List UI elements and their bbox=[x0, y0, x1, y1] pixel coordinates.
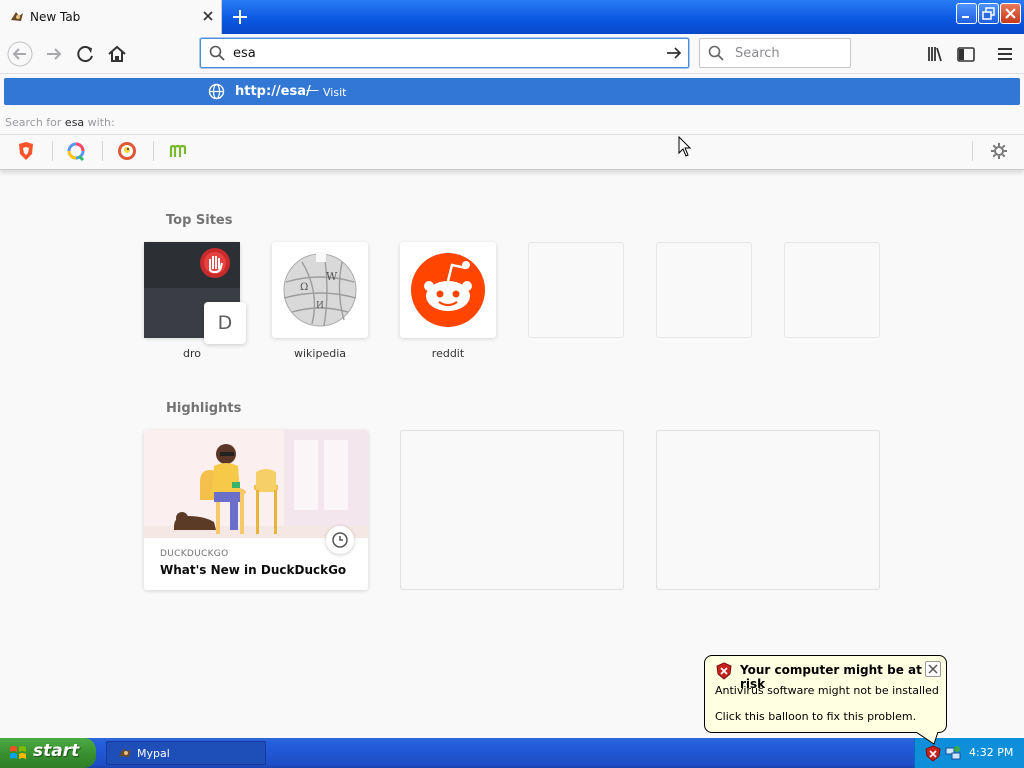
highlights-heading: Highlights bbox=[166, 401, 242, 416]
highlight-card-empty bbox=[656, 430, 880, 590]
taskbar-item-mypal[interactable]: Mypal bbox=[106, 741, 266, 765]
go-arrow-icon[interactable] bbox=[665, 44, 683, 62]
taskbar-item-label: Mypal bbox=[137, 747, 170, 760]
tab-close-icon[interactable] bbox=[199, 7, 217, 25]
top-site-dro[interactable]: D bbox=[144, 242, 246, 344]
balloon-message: Antivirus software might not be installe… bbox=[715, 684, 939, 697]
minimize-button[interactable] bbox=[956, 3, 977, 24]
engine-separator bbox=[102, 141, 103, 161]
highlight-source: DUCKDUCKGO bbox=[160, 549, 229, 559]
restore-icon bbox=[982, 7, 995, 20]
svg-text:И: И bbox=[316, 301, 324, 311]
balloon-close-button[interactable] bbox=[925, 661, 941, 677]
search-icon bbox=[708, 45, 724, 61]
nav-bar: esa Search bbox=[0, 34, 1024, 74]
svg-text:W: W bbox=[326, 270, 338, 283]
top-site-wikipedia[interactable]: Ω W И bbox=[272, 242, 368, 338]
globe-icon bbox=[208, 83, 225, 100]
highlight-card-empty bbox=[400, 430, 624, 590]
back-icon[interactable] bbox=[7, 41, 33, 67]
clock: 4:32 PM bbox=[969, 746, 1014, 759]
gear-icon[interactable] bbox=[989, 141, 1009, 161]
suggestion-url: http://esa/ bbox=[235, 84, 311, 99]
search-engine-bar bbox=[0, 134, 1024, 166]
svg-text:Ω: Ω bbox=[300, 282, 308, 293]
shield-icon bbox=[716, 662, 732, 680]
clock-icon bbox=[332, 532, 348, 548]
top-site-label: reddit bbox=[431, 347, 465, 360]
reload-icon[interactable] bbox=[73, 41, 99, 67]
top-site-empty bbox=[784, 242, 880, 338]
top-site-empty bbox=[528, 242, 624, 338]
search-with-label: Search for esa with: bbox=[5, 116, 115, 129]
minimize-icon bbox=[962, 16, 969, 18]
library-icon[interactable] bbox=[922, 41, 948, 67]
mojeek-icon[interactable] bbox=[167, 140, 189, 162]
menu-icon[interactable] bbox=[992, 41, 1018, 67]
tab-title: New Tab bbox=[30, 10, 81, 24]
search-icon bbox=[209, 45, 225, 61]
mypal-icon bbox=[119, 748, 131, 757]
engine-separator bbox=[52, 141, 53, 161]
search-with-suffix: with: bbox=[87, 116, 115, 129]
autocomplete-popup: http://esa/ — Visit Search for esa with: bbox=[0, 74, 1024, 170]
search-with-prefix: Search for bbox=[5, 116, 62, 129]
search-placeholder: Search bbox=[735, 46, 780, 61]
window-close-button[interactable] bbox=[1000, 3, 1021, 24]
wikipedia-icon: Ω W И bbox=[283, 252, 357, 327]
url-input-value[interactable]: esa bbox=[233, 46, 256, 61]
top-site-label: dro bbox=[183, 347, 201, 360]
security-balloon[interactable]: Your computer might be at risk Antivirus… bbox=[704, 655, 947, 733]
suggestion-separator: — bbox=[306, 83, 319, 98]
home-icon[interactable] bbox=[104, 41, 130, 67]
windows-logo-icon bbox=[10, 746, 26, 759]
new-tab-icon[interactable] bbox=[228, 5, 252, 29]
highlight-thumbnail bbox=[144, 430, 368, 538]
start-button[interactable]: start bbox=[0, 738, 96, 768]
mypal-icon bbox=[11, 12, 23, 21]
top-site-label: wikipedia bbox=[293, 347, 346, 360]
mouse-cursor-icon bbox=[678, 136, 692, 157]
autocomplete-suggestion[interactable]: http://esa/ — Visit bbox=[4, 78, 1020, 105]
top-site-empty bbox=[656, 242, 752, 338]
forward-icon[interactable] bbox=[41, 41, 67, 67]
network-icon[interactable] bbox=[945, 745, 961, 761]
security-alert-icon[interactable] bbox=[925, 745, 941, 762]
search-with-term: esa bbox=[64, 116, 85, 129]
close-icon bbox=[928, 664, 938, 674]
site-letter-badge: D bbox=[204, 302, 246, 344]
tab-new-tab[interactable]: New Tab bbox=[0, 0, 222, 34]
suggestion-action: Visit bbox=[323, 86, 347, 99]
tab-bar: New Tab bbox=[0, 0, 1024, 34]
search-box[interactable]: Search bbox=[699, 38, 851, 68]
balloon-pointer bbox=[916, 732, 939, 745]
taskbar: start Mypal 4:32 PM bbox=[0, 738, 1024, 768]
balloon-action-text: Click this balloon to fix this problem. bbox=[715, 710, 917, 723]
highlight-card[interactable]: DUCKDUCKGO What's New in DuckDuckGo bbox=[144, 430, 368, 590]
top-sites-heading: Top Sites bbox=[166, 213, 233, 228]
highlight-title: What's New in DuckDuckGo bbox=[160, 563, 347, 577]
history-badge bbox=[326, 526, 354, 554]
close-icon bbox=[1005, 8, 1016, 19]
qwant-icon[interactable] bbox=[65, 140, 87, 162]
sidebar-icon[interactable] bbox=[953, 41, 979, 67]
restore-button[interactable] bbox=[978, 3, 999, 24]
reddit-icon bbox=[411, 253, 485, 327]
engine-separator bbox=[153, 141, 154, 161]
brave-icon[interactable] bbox=[15, 140, 37, 162]
top-site-reddit[interactable] bbox=[400, 242, 496, 338]
start-label: start bbox=[33, 741, 80, 761]
duckduckgo-icon[interactable] bbox=[116, 140, 138, 162]
engine-separator bbox=[972, 141, 973, 161]
url-bar[interactable]: esa bbox=[200, 38, 689, 68]
